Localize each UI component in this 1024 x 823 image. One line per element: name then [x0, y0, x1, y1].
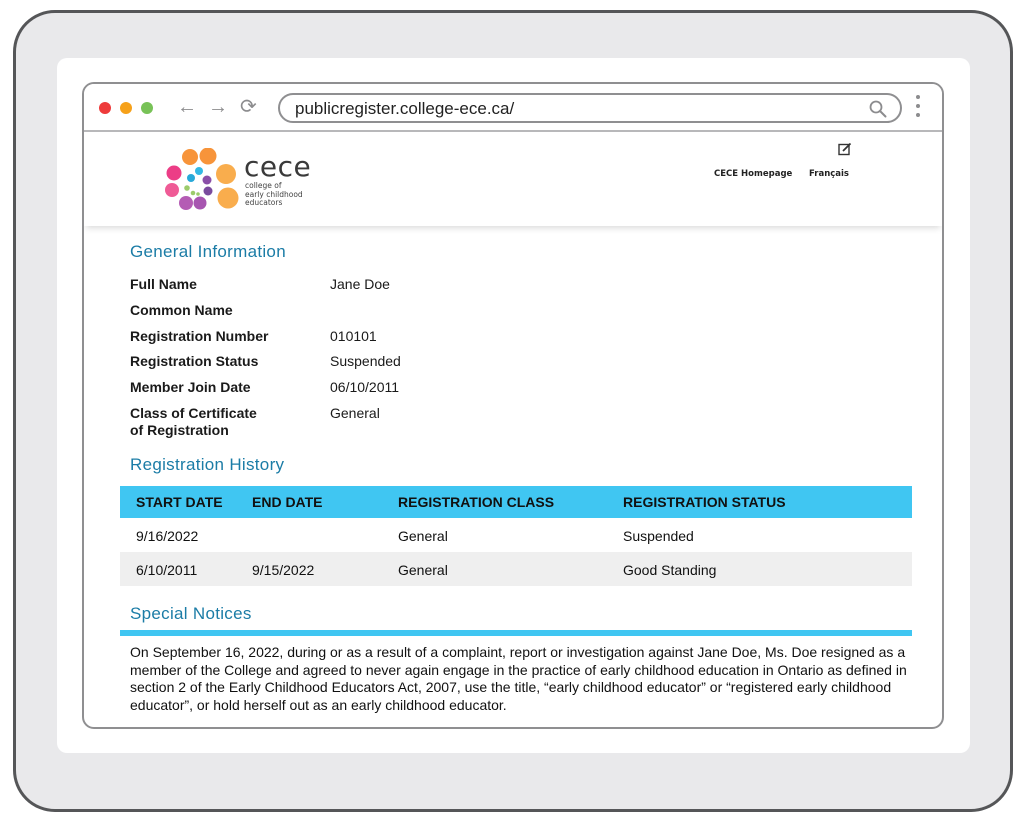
edit-icon[interactable]	[838, 142, 852, 156]
column-header: REGISTRATION CLASS	[398, 494, 555, 510]
table-row: 9/16/2022 General Suspended	[120, 518, 912, 552]
maximize-window-button[interactable]	[141, 102, 153, 114]
minimize-window-button[interactable]	[120, 102, 132, 114]
reload-icon[interactable]: ⟳	[240, 94, 257, 120]
info-value: General	[330, 405, 380, 421]
browser-window: ← → ⟳ publicregister.college-ece.ca/ cec…	[82, 82, 944, 729]
table-cell: General	[398, 528, 448, 544]
registration-history-table: START DATE END DATE REGISTRATION CLASS R…	[120, 486, 912, 586]
browser-menu-icon[interactable]	[915, 95, 921, 123]
table-cell: General	[398, 562, 448, 578]
table-row: 6/10/2011 9/15/2022 General Good Standin…	[120, 552, 912, 586]
back-arrow-icon[interactable]: ←	[177, 94, 197, 120]
column-header: REGISTRATION STATUS	[623, 494, 786, 510]
info-label: Class of Certificate of Registration	[130, 405, 257, 438]
logo-subtitle-line: educators	[245, 198, 283, 207]
logo-wordmark: cece	[244, 150, 312, 183]
table-cell: Good Standing	[623, 562, 717, 578]
table-header-row: START DATE END DATE REGISTRATION CLASS R…	[120, 486, 912, 518]
address-bar[interactable]: publicregister.college-ece.ca/	[278, 93, 902, 123]
cece-logo[interactable]: cece college of early childhood educator…	[162, 147, 312, 214]
special-notices-title: Special Notices	[130, 604, 252, 623]
column-header: END DATE	[252, 494, 323, 510]
info-label: Full Name	[130, 276, 197, 292]
column-header: START DATE	[136, 494, 223, 510]
info-label: Registration Number	[130, 328, 269, 344]
close-window-button[interactable]	[99, 102, 111, 114]
info-label: Member Join Date	[130, 379, 251, 395]
search-icon[interactable]	[868, 99, 888, 119]
info-value: 010101	[330, 328, 377, 344]
table-cell: 9/15/2022	[252, 562, 315, 578]
special-notices-divider	[120, 630, 912, 636]
info-label: Registration Status	[130, 353, 259, 369]
logo-circles-icon	[165, 147, 239, 210]
table-cell: Suspended	[623, 528, 694, 544]
general-information-title: General Information	[130, 242, 286, 261]
browser-toolbar: ← → ⟳ publicregister.college-ece.ca/	[84, 84, 942, 132]
cece-homepage-link[interactable]: CECE Homepage	[714, 169, 792, 179]
info-value: Suspended	[330, 353, 401, 369]
logo-subtitle: college of early childhood educators	[245, 181, 303, 208]
special-notice-text: On September 16, 2022, during or as a re…	[130, 644, 907, 713]
forward-arrow-icon[interactable]: →	[208, 94, 228, 120]
table-cell: 6/10/2011	[136, 562, 198, 578]
info-value: 06/10/2011	[330, 379, 400, 395]
site-header: cece college of early childhood educator…	[84, 134, 942, 226]
info-value: Jane Doe	[330, 276, 390, 292]
table-cell: 9/16/2022	[136, 528, 199, 544]
registration-history-title: Registration History	[130, 455, 285, 474]
francais-link[interactable]: Français	[809, 169, 849, 179]
info-label: Common Name	[130, 302, 233, 318]
url-text[interactable]: publicregister.college-ece.ca/	[295, 99, 514, 119]
